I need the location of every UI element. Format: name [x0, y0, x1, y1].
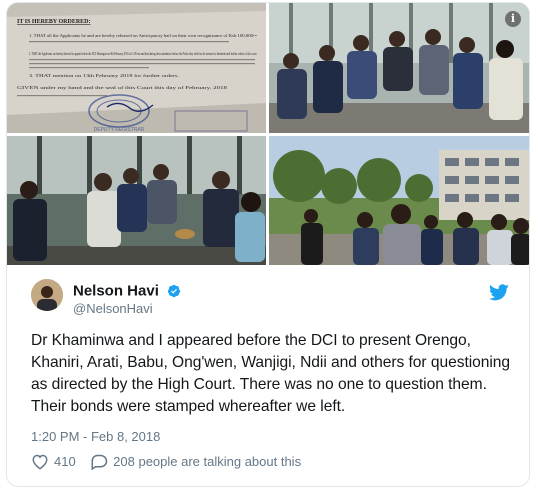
avatar[interactable] — [31, 279, 63, 311]
tweet-timestamp[interactable]: 1:20 PM - Feb 8, 2018 — [31, 429, 160, 444]
photo-court-order[interactable]: IT IS HEREBY ORDERED: 1. THAT all the Ap… — [7, 3, 266, 133]
verified-badge-icon — [168, 284, 181, 297]
author-name-row[interactable]: Nelson Havi — [73, 282, 181, 300]
heart-icon — [32, 454, 48, 470]
twitter-bird-icon[interactable] — [489, 284, 509, 301]
speech-bubble-icon — [91, 454, 108, 470]
tweet-card[interactable]: IT IS HEREBY ORDERED: 1. THAT all the Ap… — [6, 2, 530, 487]
reply-button[interactable]: 208 people are talking about this — [90, 453, 301, 470]
media-grid: IT IS HEREBY ORDERED: 1. THAT all the Ap… — [7, 3, 529, 265]
doc-line-2: 2. THAT the Applicants are hereby direct… — [29, 51, 257, 56]
like-button[interactable]: 410 — [31, 453, 76, 470]
photo-meeting-room[interactable] — [269, 3, 529, 133]
reply-label: 208 people are talking about this — [113, 454, 302, 469]
photo-outside-building[interactable] — [269, 136, 529, 265]
tweet-text: Dr Khaminwa and I appeared before the DC… — [31, 332, 511, 415]
info-icon[interactable]: i — [505, 11, 521, 27]
author-name[interactable]: Nelson Havi — [73, 282, 159, 299]
like-count: 410 — [54, 454, 76, 469]
author-handle[interactable]: @NelsonHavi — [73, 301, 153, 316]
doc-line-0: IT IS HEREBY ORDERED: — [17, 19, 91, 25]
stamp-text: DEPUTY REGISTRAR — [94, 127, 145, 133]
photo-waiting-room[interactable] — [7, 136, 266, 265]
tweet-actions: 410 208 people are talking about this — [31, 453, 311, 473]
doc-line-3: 3. THAT mention on 13th February 2018 fo… — [29, 73, 179, 78]
